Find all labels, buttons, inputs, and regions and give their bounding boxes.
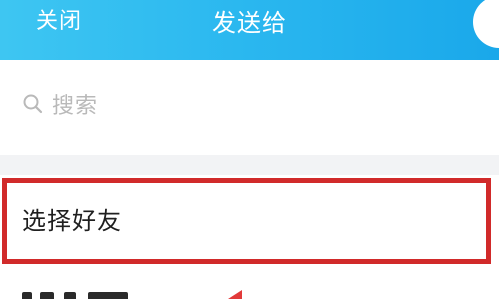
list-item-glyph xyxy=(88,292,128,299)
section-divider xyxy=(0,155,499,175)
search-icon xyxy=(22,93,44,115)
list-item-glyph xyxy=(64,292,76,299)
page-title: 发送给 xyxy=(212,9,287,37)
list-item-glyph xyxy=(22,292,32,299)
search-input[interactable]: 搜索 xyxy=(22,84,98,124)
arrow-icon xyxy=(228,290,242,299)
select-friends-item[interactable]: 选择好友 xyxy=(0,175,499,270)
list-item-glyph xyxy=(40,292,54,299)
search-section: 搜索 xyxy=(0,60,499,155)
title-bar: 关闭 发送给 xyxy=(0,0,499,60)
toggle-switch[interactable] xyxy=(473,0,499,48)
share-send-to-page: 关闭 发送给 搜索 选择好友 xyxy=(0,0,499,299)
list-item[interactable] xyxy=(0,270,499,299)
search-placeholder: 搜索 xyxy=(52,94,99,119)
select-friends-label: 选择好友 xyxy=(22,207,122,235)
